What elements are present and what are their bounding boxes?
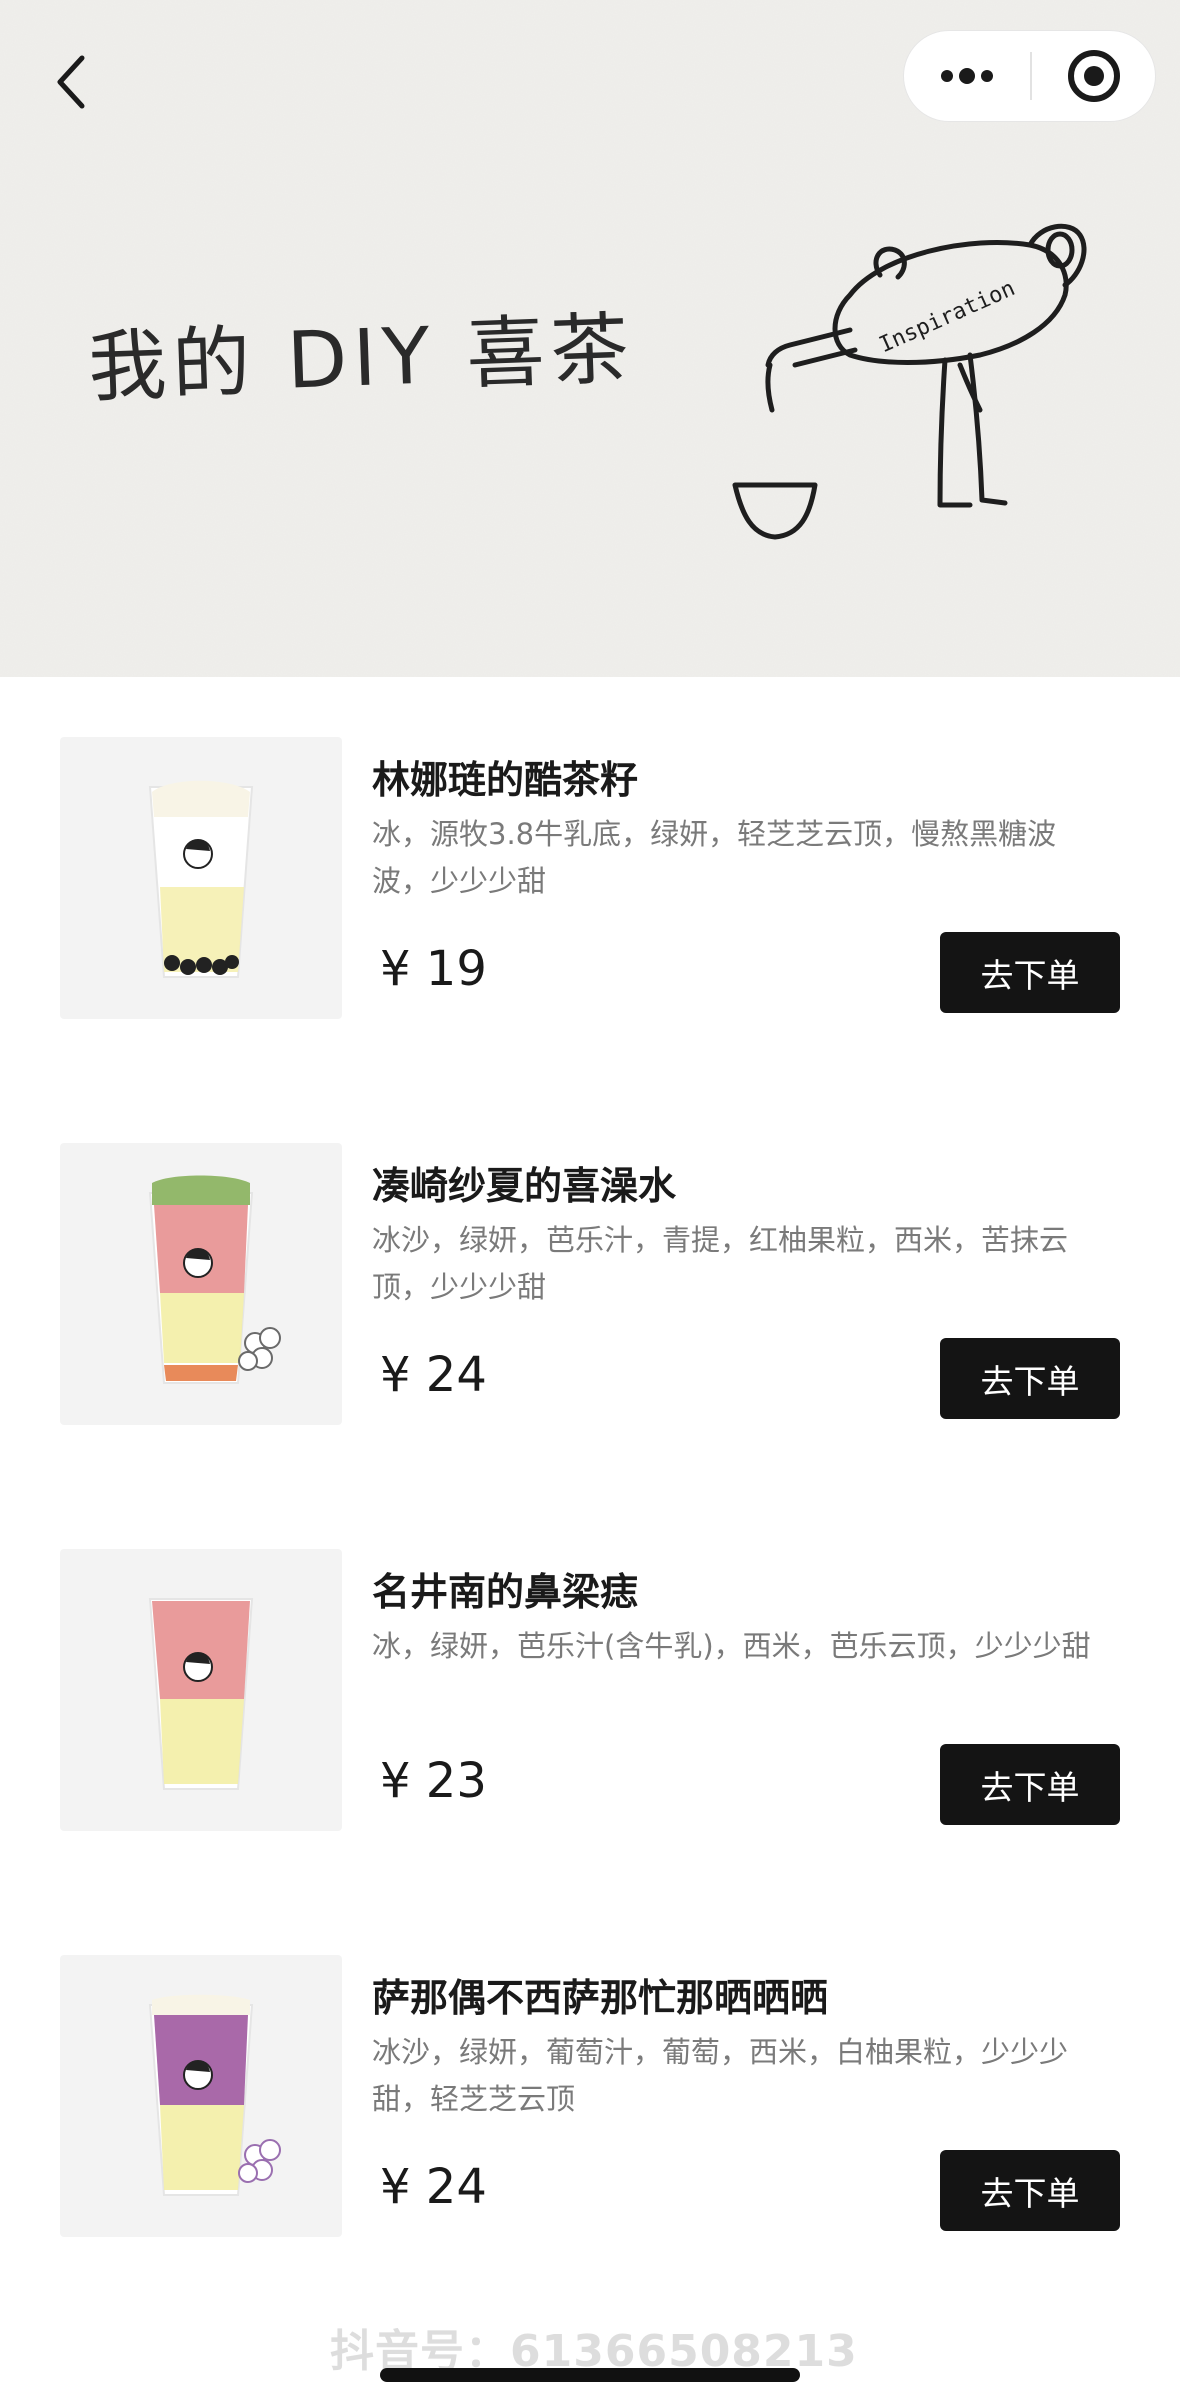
product-item: 凑崎纱夏的喜澡水 冰沙，绿妍，芭乐汁，青提，红柚果粒，西米，苦抹云顶，少少少甜 … xyxy=(0,1143,1180,1443)
teapot-illustration: Inspiration xyxy=(732,223,1087,540)
order-button[interactable]: 去下单 xyxy=(940,932,1120,1013)
chevron-left-icon xyxy=(57,55,85,109)
order-button[interactable]: 去下单 xyxy=(940,1338,1120,1419)
drink-cup-image xyxy=(148,780,254,978)
home-indicator[interactable] xyxy=(380,2368,800,2382)
product-thumbnail xyxy=(60,737,342,1019)
back-button[interactable] xyxy=(40,44,100,120)
product-item: 名井南的鼻梁痣 冰，绿妍，芭乐汁(含牛乳)，西米，芭乐云顶，少少少甜 ¥ 23 … xyxy=(0,1549,1180,1849)
order-button[interactable]: 去下单 xyxy=(940,1744,1120,1825)
page-title: 我的 DIY 喜茶 xyxy=(86,304,636,414)
product-item: 林娜琏的酷茶籽 冰，源牧3.8牛乳底，绿妍，轻芝芝云顶，慢熬黑糖波波，少少少甜 … xyxy=(0,737,1180,1037)
product-desc: 冰沙，绿妍，葡萄汁，葡萄，西米，白柚果粒，少少少甜，轻芝芝云顶 xyxy=(372,2035,1069,2116)
mini-program-capsule xyxy=(903,30,1156,122)
header-banner: 我的 DIY 喜茶 Inspiration xyxy=(0,0,1180,677)
product-price: ¥ 23 xyxy=(380,1753,487,1809)
product-thumbnail xyxy=(60,1955,342,2237)
product-name: 萨那偶不西萨那忙那晒晒晒 xyxy=(372,1976,829,2020)
order-button[interactable]: 去下单 xyxy=(940,2150,1120,2231)
product-price: ¥ 24 xyxy=(380,1347,487,1403)
product-desc: 冰，绿妍，芭乐汁(含牛乳)，西米，芭乐云顶，少少少甜 xyxy=(372,1629,1091,1663)
product-name: 名井南的鼻梁痣 xyxy=(372,1570,639,1614)
drink-cup-image xyxy=(148,1175,281,1384)
product-price: ¥ 19 xyxy=(380,941,487,997)
more-dots-icon xyxy=(941,68,993,84)
product-price: ¥ 24 xyxy=(380,2159,487,2215)
more-button[interactable] xyxy=(904,30,1030,122)
product-desc: 冰，源牧3.8牛乳底，绿妍，轻芝芝云顶，慢熬黑糖波波，少少少甜 xyxy=(372,817,1057,898)
art-label: Inspiration xyxy=(876,276,1019,358)
product-name: 林娜琏的酷茶籽 xyxy=(372,758,639,802)
product-desc: 冰沙，绿妍，芭乐汁，青提，红柚果粒，西米，苦抹云顶，少少少甜 xyxy=(372,1223,1069,1304)
drink-cup-image xyxy=(148,1994,281,2196)
product-item: 萨那偶不西萨那忙那晒晒晒 冰沙，绿妍，葡萄汁，葡萄，西米，白柚果粒，少少少甜，轻… xyxy=(0,1955,1180,2255)
target-close-icon xyxy=(1067,50,1120,102)
product-name: 凑崎纱夏的喜澡水 xyxy=(372,1164,677,1208)
product-thumbnail xyxy=(60,1143,342,1425)
product-thumbnail xyxy=(60,1549,342,1831)
drink-cup-image xyxy=(148,1598,254,1790)
close-button[interactable] xyxy=(1032,30,1155,122)
